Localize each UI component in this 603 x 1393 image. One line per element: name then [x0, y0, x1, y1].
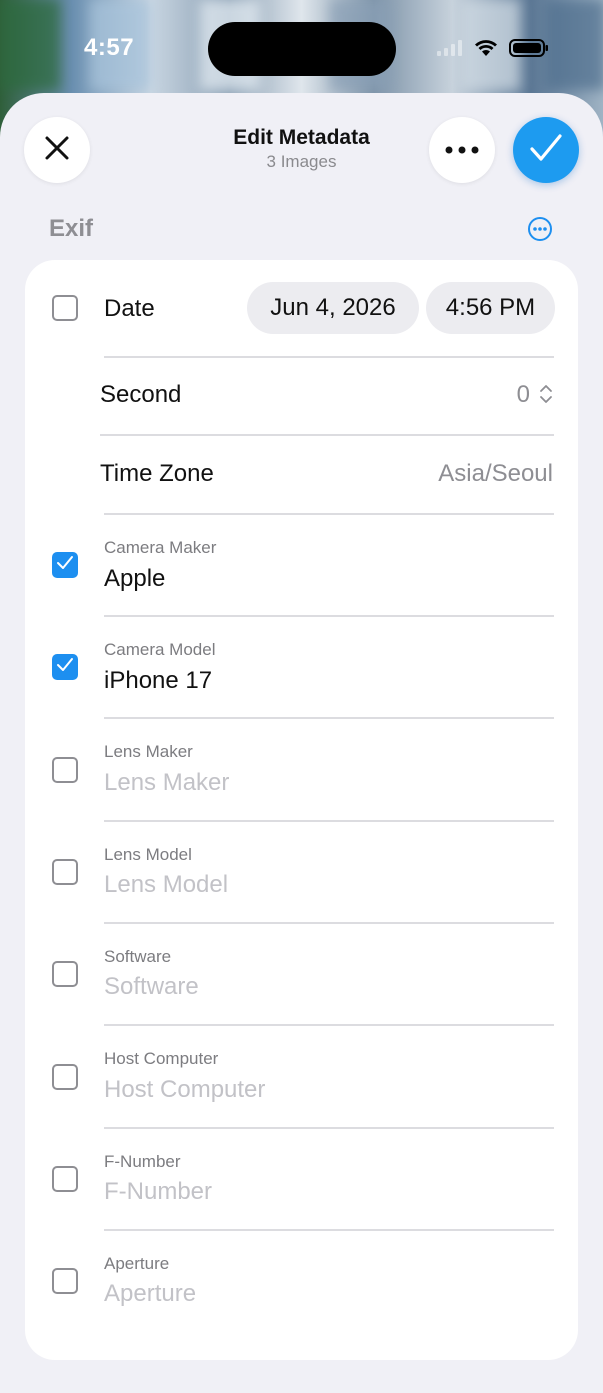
close-button[interactable]: [24, 117, 90, 183]
software-field[interactable]: Software: [104, 973, 199, 1001]
field-label: Camera Maker: [104, 538, 217, 557]
date-row: Date Jun 4, 2026 4:56 PM: [25, 260, 578, 356]
close-icon: [44, 135, 70, 166]
ellipsis-icon: [445, 141, 479, 159]
field-row-f-number: F-Number F-Number: [25, 1128, 578, 1230]
exif-card: Date Jun 4, 2026 4:56 PM Second 0 Time Z…: [25, 260, 578, 1360]
second-value: 0: [516, 381, 530, 408]
date-checkbox[interactable]: [52, 295, 78, 321]
date-label: Date: [104, 295, 155, 322]
timezone-value: Asia/Seoul: [438, 460, 553, 487]
field-row-camera-maker: Camera Maker Apple: [25, 514, 578, 616]
f-number-checkbox[interactable]: [52, 1166, 78, 1192]
field-row-aperture: Aperture Aperture: [25, 1230, 578, 1332]
lens-model-field[interactable]: Lens Model: [104, 871, 228, 899]
timezone-label: Time Zone: [100, 460, 214, 487]
date-picker[interactable]: Jun 4, 2026: [247, 282, 419, 334]
f-number-field[interactable]: F-Number: [104, 1178, 212, 1206]
checkmark-icon: [56, 657, 74, 678]
camera-maker-field[interactable]: Apple: [104, 565, 165, 593]
timezone-row[interactable]: Time Zone Asia/Seoul: [25, 435, 578, 513]
page-title: Edit Metadata: [233, 126, 370, 149]
field-label: Lens Model: [104, 845, 192, 864]
field-label: F-Number: [104, 1152, 181, 1171]
section-header-exif: Exif: [49, 215, 94, 242]
field-label: Aperture: [104, 1254, 170, 1273]
section-more-button[interactable]: [527, 216, 552, 241]
software-checkbox[interactable]: [52, 961, 78, 987]
checkmark-icon: [529, 133, 563, 168]
aperture-checkbox[interactable]: [52, 1268, 78, 1294]
header-title-group: Edit Metadata 3 Images: [150, 126, 453, 172]
field-row-software: Software Software: [25, 923, 578, 1025]
lens-model-checkbox[interactable]: [52, 859, 78, 885]
host-computer-field[interactable]: Host Computer: [104, 1076, 265, 1104]
status-icons: [437, 38, 549, 63]
field-label: Camera Model: [104, 640, 216, 659]
more-options-button[interactable]: [429, 117, 495, 183]
second-label: Second: [100, 381, 182, 408]
dynamic-island: [208, 22, 396, 76]
page-subtitle: 3 Images: [266, 152, 337, 171]
wifi-icon: [473, 38, 499, 63]
stepper-chevrons-icon[interactable]: [539, 383, 553, 410]
field-label: Lens Maker: [104, 742, 193, 761]
camera-maker-checkbox[interactable]: [52, 552, 78, 578]
battery-icon: [509, 38, 549, 63]
ellipsis-circle-icon: [527, 217, 553, 246]
field-label: Software: [104, 947, 172, 966]
aperture-field[interactable]: Aperture: [104, 1280, 196, 1308]
camera-model-field[interactable]: iPhone 17: [104, 667, 212, 695]
checkmark-icon: [56, 555, 74, 576]
camera-model-checkbox[interactable]: [52, 654, 78, 680]
confirm-button[interactable]: [513, 117, 579, 183]
field-row-host-computer: Host Computer Host Computer: [25, 1025, 578, 1127]
field-row-camera-model: Camera Model iPhone 17: [25, 616, 578, 718]
status-time: 4:57: [84, 34, 135, 61]
cellular-signal-icon: [437, 40, 463, 61]
field-label: Host Computer: [104, 1049, 219, 1068]
time-picker[interactable]: 4:56 PM: [426, 282, 555, 334]
lens-maker-checkbox[interactable]: [52, 757, 78, 783]
second-row[interactable]: Second 0: [25, 357, 578, 434]
field-row-lens-model: Lens Model Lens Model: [25, 821, 578, 923]
field-row-lens-maker: Lens Maker Lens Maker: [25, 718, 578, 820]
host-computer-checkbox[interactable]: [52, 1064, 78, 1090]
lens-maker-field[interactable]: Lens Maker: [104, 769, 229, 797]
